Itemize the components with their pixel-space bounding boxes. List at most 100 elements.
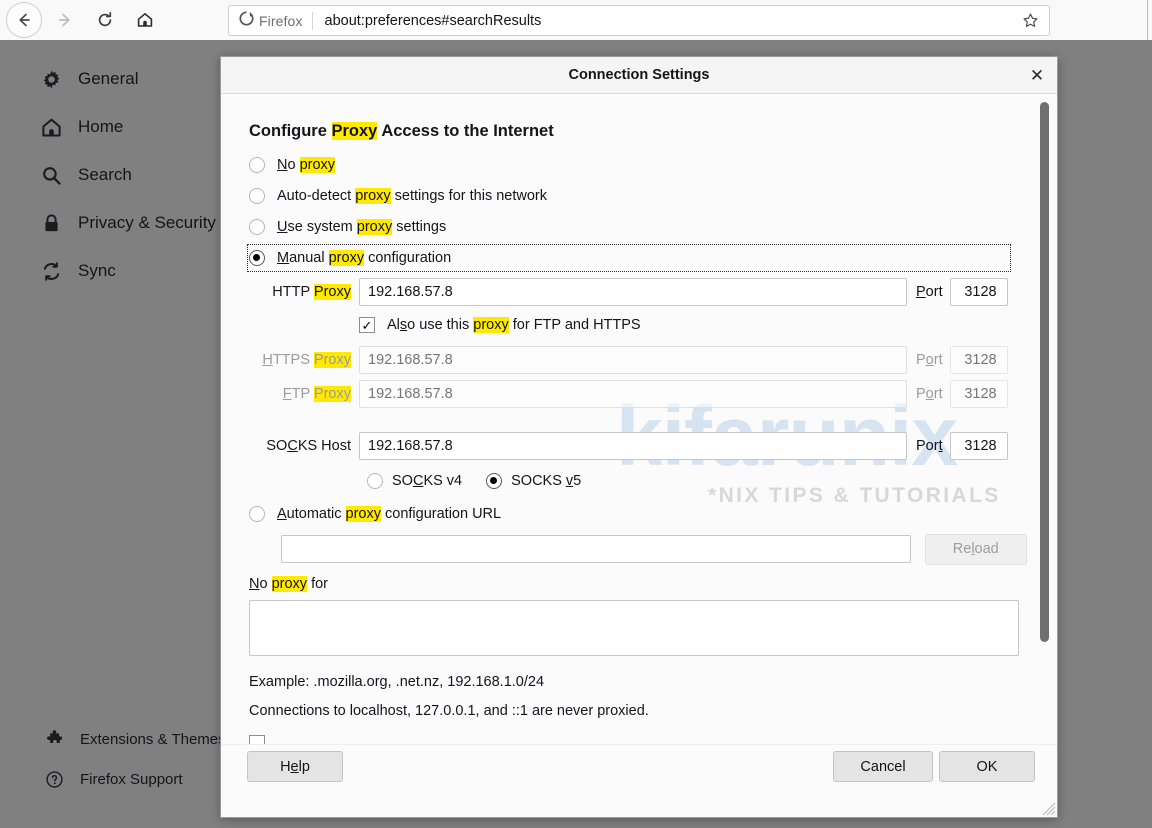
socks-host-label: SOCKS Host (249, 438, 351, 454)
gear-icon (40, 68, 62, 90)
radio-indicator[interactable] (249, 188, 265, 204)
home-button[interactable] (128, 3, 162, 37)
ftp-proxy-row: FTP Proxy Port (249, 379, 1027, 409)
sidebar-item-general[interactable]: General (40, 66, 138, 92)
http-port-input[interactable] (949, 278, 1008, 306)
arrow-right-icon (56, 11, 74, 29)
radio-indicator[interactable] (249, 157, 265, 173)
label-highlight: proxy (328, 250, 365, 266)
radio-indicator[interactable] (249, 250, 265, 266)
dialog-content: kifarunix *NIX TIPS & TUTORIALS Configur… (221, 94, 1057, 744)
sidebar-item-extensions-themes[interactable]: Extensions & Themes (44, 726, 226, 752)
label-post: settings for this network (390, 188, 547, 204)
share-proxy-checkbox[interactable]: ✓ (359, 317, 375, 333)
share-proxy-checkbox-row[interactable]: ✓ Also use this proxy for FTP and HTTPS (359, 313, 1027, 337)
socks-port-label: Port (916, 438, 943, 454)
forward-button[interactable] (48, 3, 82, 37)
close-icon[interactable]: ✕ (1023, 61, 1051, 89)
accesskey-letter: P (916, 284, 926, 300)
radio-label: SOCKS v4 (392, 473, 462, 489)
search-icon (40, 164, 62, 186)
http-proxy-input[interactable] (359, 278, 907, 306)
screen: Firefox about:preferences#searchResults … (0, 0, 1152, 828)
sidebar-item-firefox-support[interactable]: Firefox Support (44, 766, 183, 792)
https-proxy-label: HTTPS Proxy (249, 352, 351, 368)
prompt-authentication-checkbox-row[interactable] (249, 731, 1027, 744)
cancel-button[interactable]: Cancel (833, 751, 933, 782)
radio-indicator[interactable] (486, 473, 503, 489)
example-note: Example: .mozilla.org, .net.nz, 192.168.… (249, 674, 545, 690)
accesskey-letter: M (277, 250, 290, 266)
radio-no-proxy[interactable]: No proxy (249, 153, 1027, 177)
label-pre: uto-detect (286, 188, 356, 204)
label-highlight: Proxy (313, 386, 351, 402)
label-highlight: proxy (345, 506, 381, 522)
label-pre: H (280, 758, 291, 775)
radio-indicator[interactable] (367, 473, 383, 489)
socks-version-row: SOCKS v4 SOCKS v5 (367, 470, 1027, 492)
radio-indicator[interactable] (249, 506, 265, 522)
radio-label: Automatic proxy configuration URL (277, 506, 501, 522)
socks-host-input[interactable] (359, 432, 907, 460)
sidebar-item-sync[interactable]: Sync (40, 258, 116, 284)
star-icon[interactable] (1022, 12, 1049, 29)
pac-url-row: Reload (281, 533, 1027, 565)
label-pre: se system (287, 219, 357, 235)
question-circle-icon (44, 769, 64, 789)
https-proxy-row: HTTPS Proxy Port (249, 345, 1027, 375)
radio-socks-v4[interactable]: SOCKS v4 (367, 473, 462, 489)
sync-icon (40, 260, 62, 282)
label-post: KS Host (297, 438, 351, 454)
dialog-body: kifarunix *NIX TIPS & TUTORIALS Configur… (221, 94, 1057, 744)
url-text[interactable]: about:preferences#searchResults (313, 13, 1023, 29)
scrollbar-thumb[interactable] (1040, 102, 1049, 642)
sidebar-item-search[interactable]: Search (40, 162, 132, 188)
no-proxy-for-textarea[interactable] (249, 600, 1019, 656)
label-pre: TTPS (272, 352, 314, 368)
label-mid: o use this (407, 317, 474, 333)
label-post: lp (298, 758, 310, 775)
label-pre: o (259, 576, 272, 592)
reload-button[interactable] (88, 3, 122, 37)
radio-use-system-proxy[interactable]: Use system proxy settings (249, 215, 1027, 239)
socks-host-row: SOCKS Host Port (249, 431, 1027, 461)
urlbar-brand-label: Firefox (259, 12, 303, 29)
radio-manual-proxy-configuration[interactable]: Manual proxy configuration (247, 244, 1011, 272)
socks-port-input[interactable] (949, 432, 1008, 460)
label-highlight: proxy (271, 576, 308, 592)
ok-button[interactable]: OK (939, 751, 1035, 782)
accesskey-letter: A (277, 188, 287, 204)
https-proxy-input (359, 346, 907, 374)
label-pre: utomatic (286, 506, 346, 522)
resize-grip[interactable] (1042, 802, 1056, 816)
accesskey-letter: e (290, 758, 299, 775)
sidebar-item-home[interactable]: Home (40, 114, 123, 140)
localhost-note: Connections to localhost, 127.0.0.1, and… (249, 703, 649, 719)
help-button[interactable]: Help (247, 751, 343, 782)
sidebar-item-privacy-security[interactable]: Privacy & Security (40, 210, 216, 236)
dialog-titlebar: Connection Settings ✕ (221, 57, 1057, 94)
radio-auto-detect-proxy[interactable]: Auto-detect proxy settings for this netw… (249, 184, 1027, 208)
sidebar-item-label: Home (78, 117, 124, 136)
prompt-authentication-checkbox[interactable] (249, 735, 265, 744)
radio-socks-v5[interactable]: SOCKS v5 (486, 473, 581, 489)
accesskey-letter: C (287, 438, 298, 454)
label-pre: o (287, 157, 300, 173)
accesskey-letter: U (277, 219, 288, 235)
label-highlight: Proxy (313, 284, 351, 300)
radio-automatic-proxy-url[interactable]: Automatic proxy configuration URL (249, 502, 1027, 526)
dialog-scrollbar[interactable] (1040, 102, 1049, 744)
accesskey-letter: N (249, 576, 260, 592)
radio-indicator[interactable] (249, 219, 265, 235)
url-bar[interactable]: Firefox about:preferences#searchResults (228, 5, 1050, 36)
heading-part-2: Access to the Internet (377, 122, 554, 140)
sidebar-item-label: General (78, 69, 139, 88)
back-button[interactable] (6, 2, 42, 38)
reload-pac-button[interactable]: Reload (924, 533, 1027, 565)
label-highlight: proxy (473, 317, 509, 333)
http-proxy-label: HTTP Proxy (249, 284, 351, 300)
lock-icon (40, 212, 62, 234)
accesskey-letter: N (277, 157, 288, 173)
pac-url-input[interactable] (281, 535, 911, 563)
label-highlight: proxy (356, 219, 393, 235)
